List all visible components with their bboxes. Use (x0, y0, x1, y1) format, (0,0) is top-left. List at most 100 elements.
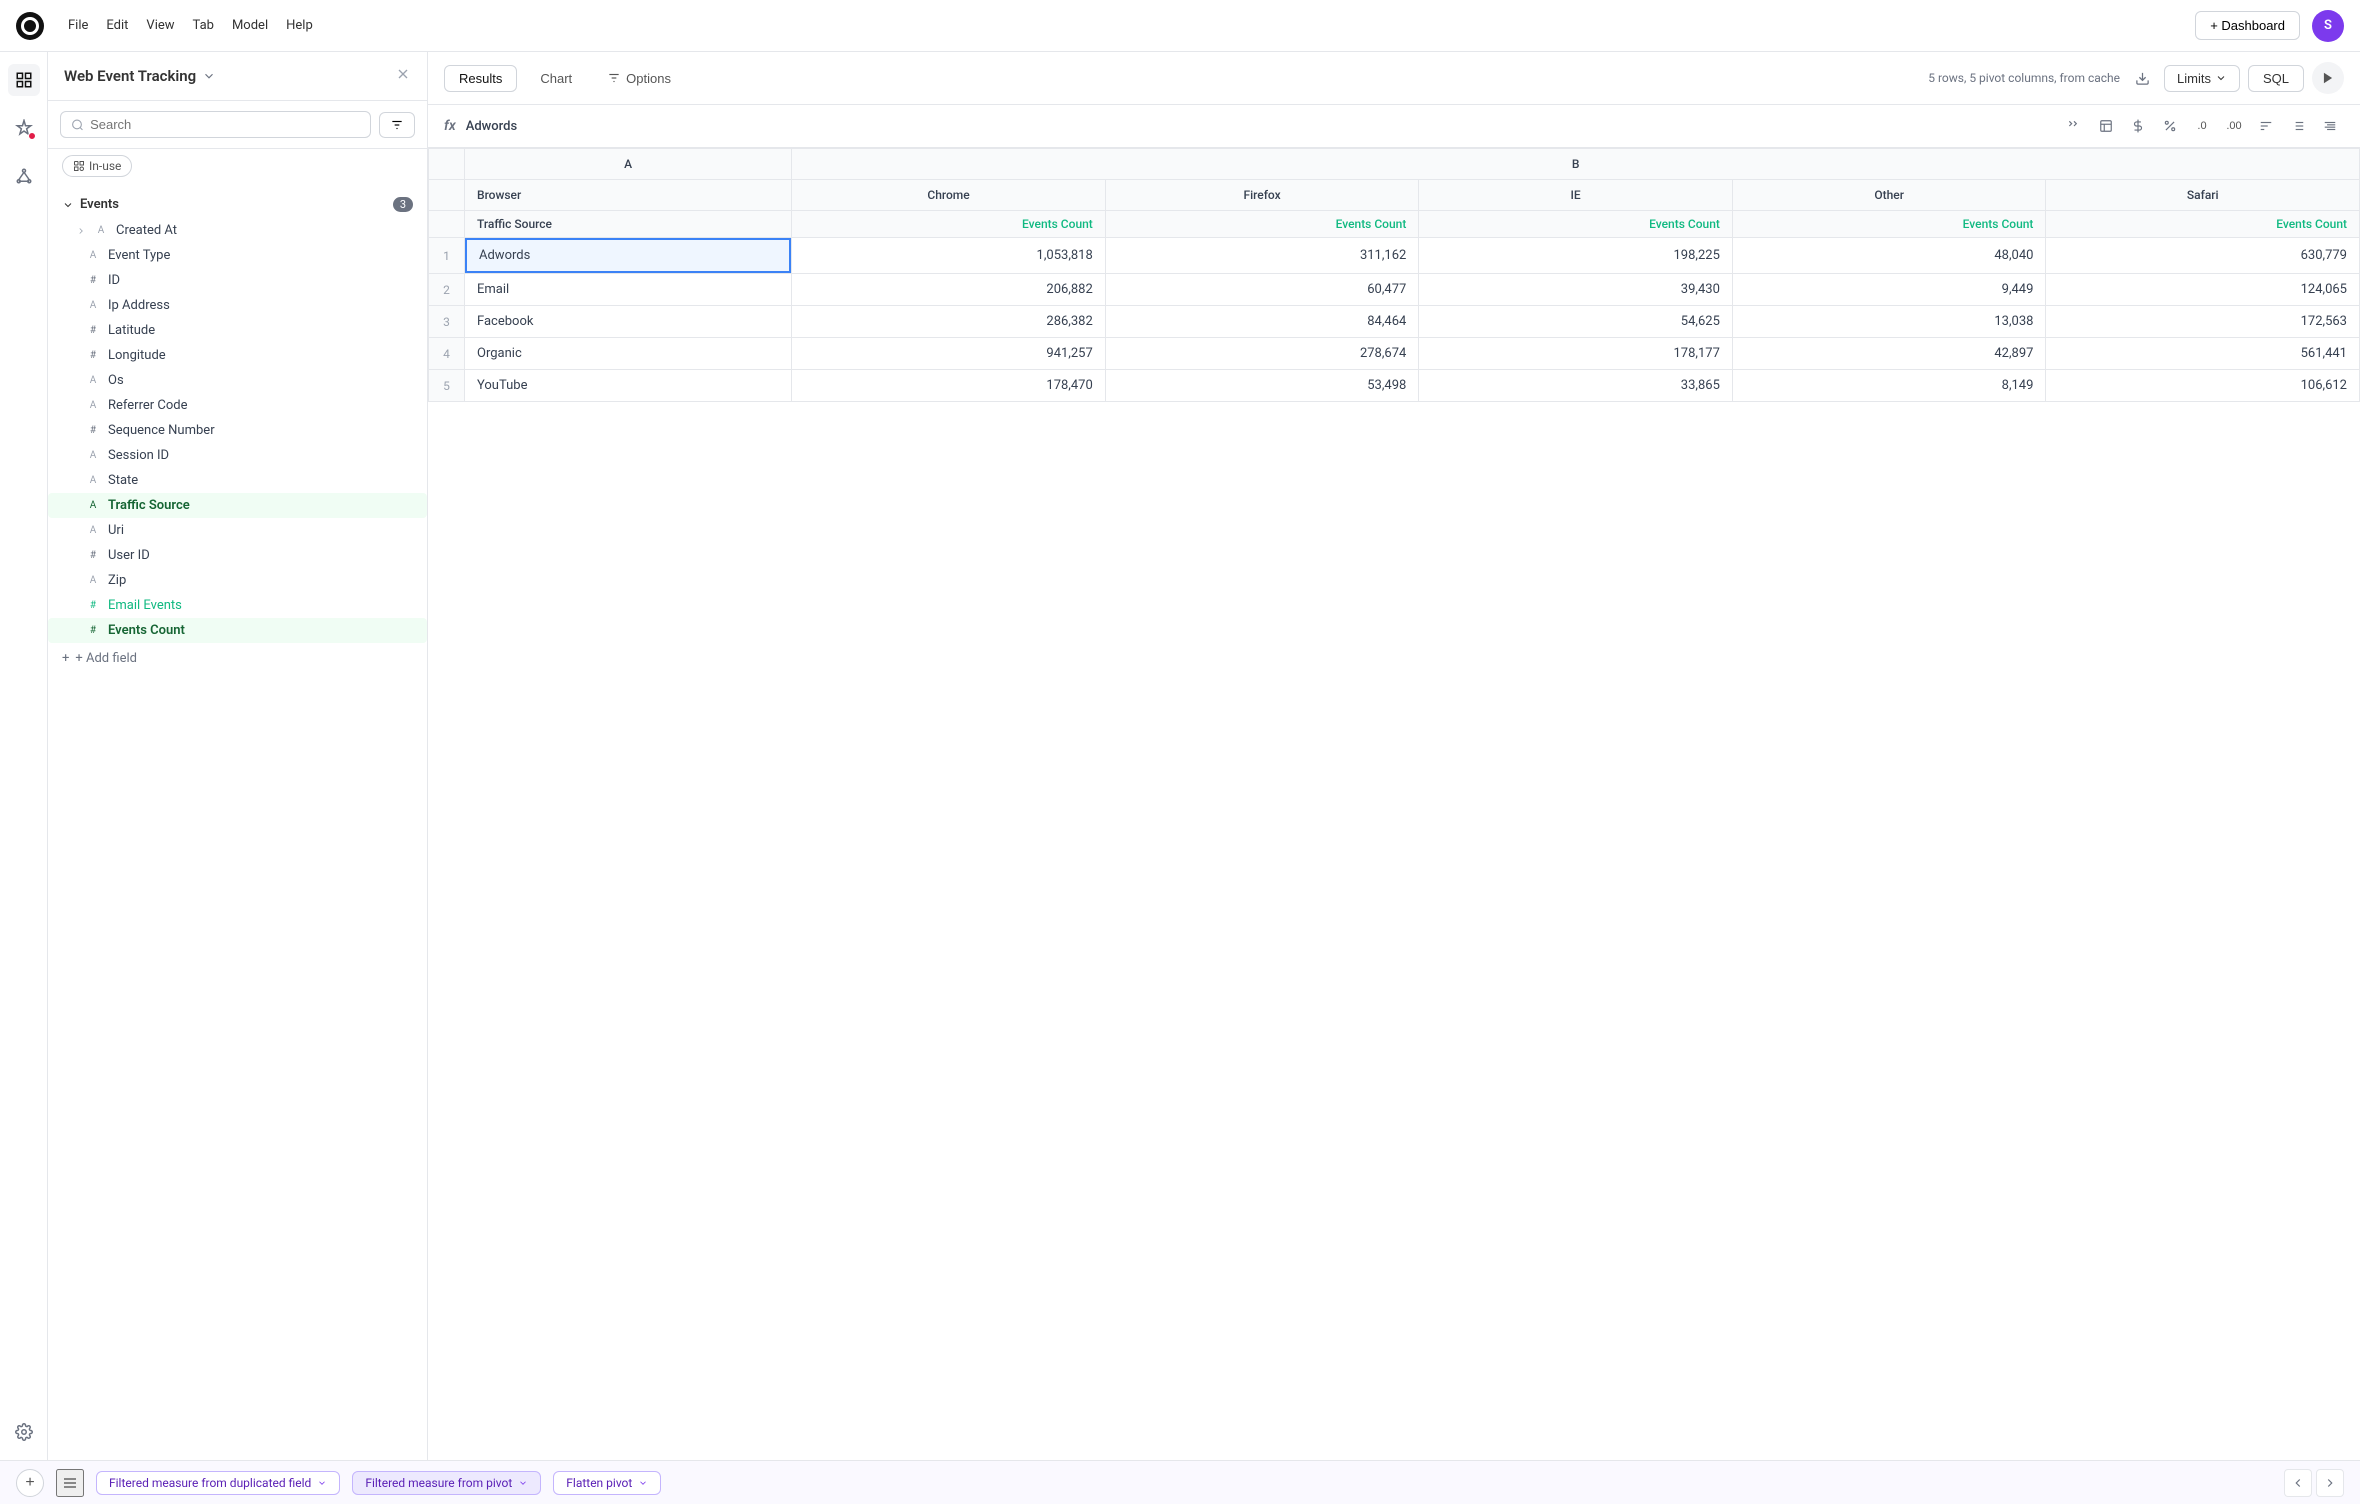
add-tab-button[interactable]: + (16, 1469, 44, 1497)
nav-next-button[interactable] (2316, 1469, 2344, 1497)
events-count-other: Events Count (1733, 211, 2046, 237)
field-id[interactable]: # ID (48, 268, 427, 293)
options-button[interactable]: Options (595, 66, 683, 91)
field-type-text-icon: A (86, 575, 100, 586)
field-email-events[interactable]: # Email Events (48, 593, 427, 618)
events-count-firefox: Events Count (1106, 211, 1419, 237)
chart-tab[interactable]: Chart (525, 65, 587, 92)
sidebar-title: Web Event Tracking (64, 67, 216, 85)
sparkle-icon-btn[interactable] (8, 112, 40, 144)
connections-icon-btn[interactable] (8, 160, 40, 192)
formula-action-decimals2[interactable]: .00 (2220, 112, 2248, 140)
nav-file[interactable]: File (68, 18, 88, 33)
field-traffic-source[interactable]: A Traffic Source (48, 493, 427, 518)
tab-pivot-filter[interactable]: Filtered measure from pivot (352, 1471, 541, 1495)
cell-chrome-5: 178,470 (792, 370, 1105, 401)
field-zip[interactable]: A Zip (48, 568, 427, 593)
nav-prev-button[interactable] (2284, 1469, 2312, 1497)
filter-button[interactable] (379, 112, 415, 138)
results-tab[interactable]: Results (444, 65, 517, 92)
bottom-bar: + Filtered measure from duplicated field… (0, 1460, 2360, 1504)
cell-other-4: 42,897 (1733, 338, 2046, 369)
cell-source-2[interactable]: Email (465, 274, 791, 305)
download-button[interactable] (2128, 64, 2156, 92)
field-state[interactable]: A State (48, 468, 427, 493)
formula-action-2[interactable] (2092, 112, 2120, 140)
field-type-hash-icon: # (86, 625, 100, 636)
menu-button[interactable] (56, 1469, 84, 1497)
field-longitude[interactable]: # Longitude (48, 343, 427, 368)
search-box[interactable] (60, 111, 371, 138)
table-row: 4 Organic 941,257 278,674 178,177 (429, 338, 2360, 370)
nav-tab[interactable]: Tab (193, 18, 214, 33)
nav-right: + Dashboard S (2195, 10, 2344, 42)
limits-button[interactable]: Limits (2164, 65, 2240, 92)
table-row: 2 Email 206,882 60,477 39,430 (429, 274, 2360, 306)
formula-bar: fx Adwords .0 . (428, 105, 2360, 148)
row-num-2: 2 (429, 274, 465, 306)
field-latitude[interactable]: # Latitude (48, 318, 427, 343)
field-session-id[interactable]: A Session ID (48, 443, 427, 468)
cell-ie-4: 178,177 (1419, 338, 1732, 369)
field-type-hash-icon: # (86, 275, 100, 286)
nav-edit[interactable]: Edit (106, 18, 128, 33)
cell-ie-5: 33,865 (1419, 370, 1732, 401)
cell-source-1[interactable]: Adwords (465, 238, 791, 273)
field-events-count[interactable]: # Events Count (48, 618, 427, 643)
cell-safari-2: 124,065 (2046, 274, 2359, 305)
sliders-icon (607, 71, 621, 85)
formula-action-list[interactable] (2284, 112, 2312, 140)
field-sequence-number[interactable]: # Sequence Number (48, 418, 427, 443)
nav-help[interactable]: Help (286, 18, 313, 33)
other-header: Other (1733, 180, 2046, 210)
user-avatar[interactable]: S (2312, 10, 2344, 42)
field-ip-address[interactable]: A Ip Address (48, 293, 427, 318)
cell-firefox-3: 84,464 (1106, 306, 1419, 337)
formula-action-1[interactable] (2060, 112, 2088, 140)
add-dashboard-button[interactable]: + Dashboard (2195, 11, 2300, 40)
chevron-down-icon (62, 199, 74, 211)
firefox-header: Firefox (1106, 180, 1419, 210)
formula-action-dollar[interactable] (2124, 112, 2152, 140)
field-created-at[interactable]: A Created At (48, 218, 427, 243)
content-toolbar: Results Chart Options 5 rows, 5 pivot co… (428, 52, 2360, 105)
formula-action-sort[interactable] (2252, 112, 2280, 140)
traffic-source-sub-header: Traffic Source (465, 211, 791, 237)
col-a-header: A (465, 149, 791, 179)
field-os[interactable]: A Os (48, 368, 427, 393)
cell-other-2: 9,449 (1733, 274, 2046, 305)
cell-chrome-1: 1,053,818 (792, 240, 1105, 271)
field-type-text-icon: A (86, 300, 100, 311)
field-type-hash-icon: # (86, 325, 100, 336)
settings-icon-btn[interactable] (8, 1416, 40, 1448)
formula-action-more[interactable] (2316, 112, 2344, 140)
field-uri[interactable]: A Uri (48, 518, 427, 543)
events-section-header[interactable]: Events 3 (48, 191, 427, 218)
tab-flatten-pivot[interactable]: Flatten pivot (553, 1471, 661, 1495)
field-type-hash-icon: # (86, 600, 100, 611)
chevron-right-icon (76, 226, 86, 236)
formula-action-decimals[interactable]: .0 (2188, 112, 2216, 140)
cell-source-3[interactable]: Facebook (465, 306, 791, 337)
row-num-5: 5 (429, 370, 465, 402)
field-referrer-code[interactable]: A Referrer Code (48, 393, 427, 418)
in-use-tag[interactable]: In-use (62, 155, 132, 177)
cell-source-4[interactable]: Organic (465, 338, 791, 369)
run-button[interactable] (2312, 62, 2344, 94)
bottom-nav (2284, 1469, 2344, 1497)
sql-button[interactable]: SQL (2248, 65, 2304, 92)
nav-view[interactable]: View (146, 18, 174, 33)
cell-other-3: 13,038 (1733, 306, 2046, 337)
cell-source-5[interactable]: YouTube (465, 370, 791, 401)
nav-model[interactable]: Model (232, 18, 268, 33)
cell-chrome-3: 286,382 (792, 306, 1105, 337)
field-user-id[interactable]: # User ID (48, 543, 427, 568)
search-input[interactable] (90, 117, 360, 132)
add-field-button[interactable]: + + Add field (48, 643, 427, 674)
tab-duplicated-field[interactable]: Filtered measure from duplicated field (96, 1471, 340, 1495)
explorer-icon-btn[interactable] (8, 64, 40, 96)
sidebar-close-button[interactable] (395, 66, 411, 86)
field-event-type[interactable]: A Event Type (48, 243, 427, 268)
events-count-ie: Events Count (1419, 211, 1732, 237)
formula-action-percent[interactable] (2156, 112, 2184, 140)
